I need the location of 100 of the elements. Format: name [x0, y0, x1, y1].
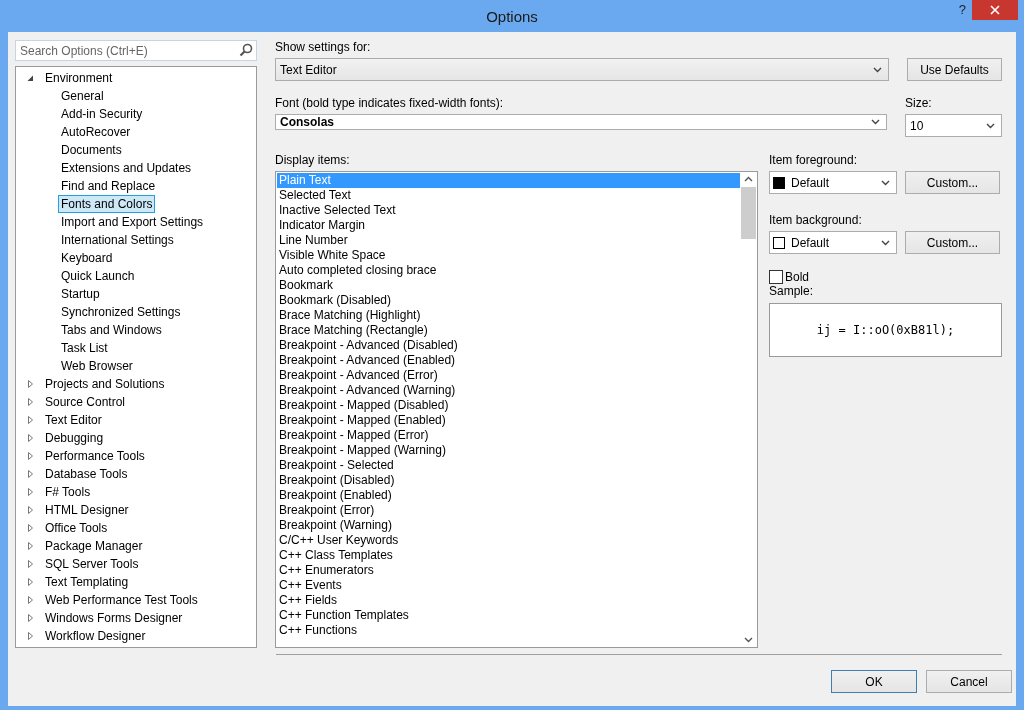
search-icon [239, 43, 253, 57]
tree-item[interactable]: Package Manager [42, 537, 146, 555]
scroll-thumb[interactable] [741, 187, 756, 239]
list-item[interactable]: Breakpoint - Advanced (Error) [277, 368, 740, 383]
list-item[interactable]: Breakpoint - Mapped (Disabled) [277, 398, 740, 413]
dialog-button[interactable]: Cancel [926, 670, 1012, 693]
list-item[interactable]: Breakpoint (Enabled) [277, 488, 740, 503]
tree-item[interactable]: Environment [42, 69, 116, 87]
tree-item[interactable]: Database Tools [42, 465, 131, 483]
tree-item[interactable]: Startup [58, 285, 103, 303]
tree-item[interactable]: Windows Forms Designer [42, 609, 186, 627]
list-item[interactable]: Line Number [277, 233, 740, 248]
help-button[interactable]: ? [950, 0, 974, 19]
list-item[interactable]: Inactive Selected Text [277, 203, 740, 218]
scroll-up-icon[interactable] [744, 176, 753, 182]
list-item[interactable]: Auto completed closing brace [277, 263, 740, 278]
collapsed-arrow-icon[interactable] [27, 416, 34, 424]
list-item[interactable]: Bookmark [277, 278, 740, 293]
collapsed-arrow-icon[interactable] [27, 560, 34, 568]
color-dropdown[interactable]: Default [769, 231, 897, 254]
font-dropdown[interactable]: Consolas [275, 114, 887, 130]
list-item[interactable]: C++ Class Templates [277, 548, 740, 563]
list-item[interactable]: Breakpoint - Advanced (Enabled) [277, 353, 740, 368]
list-item[interactable]: C++ Events [277, 578, 740, 593]
tree-item[interactable]: SQL Server Tools [42, 555, 142, 573]
tree-item[interactable]: Extensions and Updates [58, 159, 195, 177]
tree-item[interactable]: Keyboard [58, 249, 116, 267]
tree-item[interactable]: Synchronized Settings [58, 303, 184, 321]
collapsed-arrow-icon[interactable] [27, 632, 34, 640]
tree-item[interactable]: Documents [58, 141, 125, 159]
custom-color-button[interactable]: Custom... [905, 171, 1000, 194]
list-item[interactable]: Brace Matching (Highlight) [277, 308, 740, 323]
tree-item[interactable]: Import and Export Settings [58, 213, 207, 231]
bold-label: Bold [785, 270, 810, 284]
list-item[interactable]: C++ Functions [277, 623, 740, 638]
list-item[interactable]: Brace Matching (Rectangle) [277, 323, 740, 338]
tree-item[interactable]: Task List [58, 339, 111, 357]
tree-item[interactable]: Fonts and Colors [58, 195, 156, 213]
list-item[interactable]: Breakpoint (Error) [277, 503, 740, 518]
tree-item[interactable]: AutoRecover [58, 123, 134, 141]
tree-item[interactable]: International Settings [58, 231, 177, 249]
list-item[interactable]: Visible White Space [277, 248, 740, 263]
collapsed-arrow-icon[interactable] [27, 434, 34, 442]
tree-item[interactable]: Performance Tools [42, 447, 148, 465]
collapsed-arrow-icon[interactable] [27, 470, 34, 478]
list-item[interactable]: Bookmark (Disabled) [277, 293, 740, 308]
list-item[interactable]: Breakpoint - Selected [277, 458, 740, 473]
display-items-label: Display items: [275, 153, 351, 168]
tree-item[interactable]: Text Editor [42, 411, 105, 429]
tree-item[interactable]: Find and Replace [58, 177, 159, 195]
sample-label: Sample: [769, 284, 815, 299]
bold-checkbox[interactable] [769, 270, 783, 284]
tree-item[interactable]: Projects and Solutions [42, 375, 168, 393]
tree-item[interactable]: Add-in Security [58, 105, 146, 123]
list-item[interactable]: Breakpoint - Mapped (Error) [277, 428, 740, 443]
sample-text: ij = I::oO(0xB81l); [816, 323, 955, 337]
color-dropdown[interactable]: Default [769, 171, 897, 194]
list-item[interactable]: Breakpoint (Warning) [277, 518, 740, 533]
tree-item[interactable]: Web Performance Test Tools [42, 591, 201, 609]
collapsed-arrow-icon[interactable] [27, 524, 34, 532]
dialog-button[interactable]: OK [831, 670, 917, 693]
scroll-down-icon[interactable] [744, 637, 753, 643]
expanded-arrow-icon[interactable] [27, 74, 34, 82]
list-item[interactable]: Selected Text [277, 188, 740, 203]
list-item[interactable]: Breakpoint - Mapped (Warning) [277, 443, 740, 458]
tree-item[interactable]: Debugging [42, 429, 107, 447]
collapsed-arrow-icon[interactable] [27, 614, 34, 622]
tree-item[interactable]: Quick Launch [58, 267, 138, 285]
size-dropdown[interactable]: 10 [905, 114, 1002, 137]
collapsed-arrow-icon[interactable] [27, 578, 34, 586]
list-item[interactable]: C/C++ User Keywords [277, 533, 740, 548]
list-item[interactable]: C++ Enumerators [277, 563, 740, 578]
list-item[interactable]: C++ Function Templates [277, 608, 740, 623]
tree-item[interactable]: General [58, 87, 107, 105]
tree-item[interactable]: Source Control [42, 393, 129, 411]
list-item[interactable]: Breakpoint (Disabled) [277, 473, 740, 488]
search-field[interactable]: Search Options (Ctrl+E) [15, 40, 257, 61]
tree-item[interactable]: F# Tools [42, 483, 94, 501]
collapsed-arrow-icon[interactable] [27, 596, 34, 604]
collapsed-arrow-icon[interactable] [27, 452, 34, 460]
list-item[interactable]: Breakpoint - Advanced (Warning) [277, 383, 740, 398]
tree-item[interactable]: Workflow Designer [42, 627, 149, 645]
close-button[interactable] [972, 0, 1018, 20]
tree-item[interactable]: Tabs and Windows [58, 321, 165, 339]
list-item[interactable]: Breakpoint - Advanced (Disabled) [277, 338, 740, 353]
show-settings-dropdown[interactable]: Text Editor [275, 58, 889, 81]
collapsed-arrow-icon[interactable] [27, 506, 34, 514]
tree-item[interactable]: HTML Designer [42, 501, 132, 519]
collapsed-arrow-icon[interactable] [27, 398, 34, 406]
list-item[interactable]: C++ Fields [277, 593, 740, 608]
tree-item[interactable]: Office Tools [42, 519, 111, 537]
tree-item[interactable]: Text Templating [42, 573, 132, 591]
custom-color-button[interactable]: Custom... [905, 231, 1000, 254]
list-item[interactable]: Breakpoint - Mapped (Enabled) [277, 413, 740, 428]
collapsed-arrow-icon[interactable] [27, 542, 34, 550]
collapsed-arrow-icon[interactable] [27, 488, 34, 496]
tree-item[interactable]: Web Browser [58, 357, 136, 375]
list-item[interactable]: Indicator Margin [277, 218, 740, 233]
collapsed-arrow-icon[interactable] [27, 380, 34, 388]
use-defaults-button[interactable]: Use Defaults [907, 58, 1002, 81]
